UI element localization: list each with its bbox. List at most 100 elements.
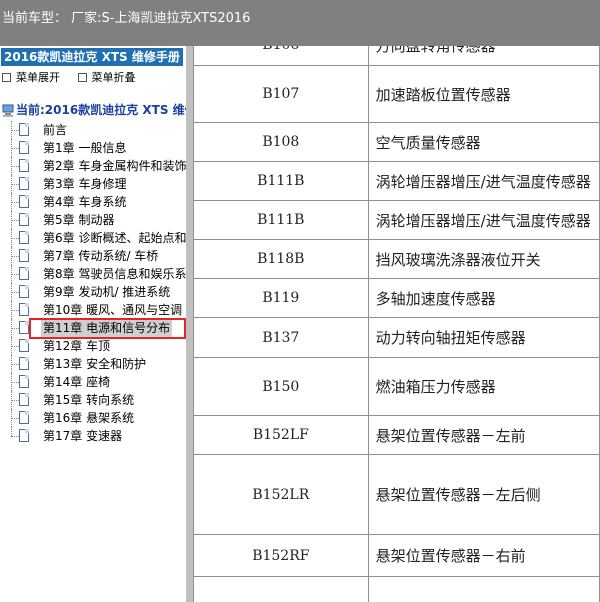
tree-item-label: 第10章 暖风、通风与空调 [43,303,183,317]
document-icon [19,303,29,316]
component-code: B106 [193,46,369,66]
tree-item-14[interactable]: 第14章 座椅 [0,373,186,391]
table-row: B118B 挡风玻璃洗涤器液位开关 [193,239,600,279]
document-icon [19,159,29,172]
table-row: B107 加速踏板位置传感器 [193,65,600,123]
component-description-cell: 加速踏板位置传感器 [367,65,600,123]
tree-item-5[interactable]: 第5章 制动器 [0,211,186,229]
tree-item-12[interactable]: 第12章 车顶 [0,337,186,355]
document-icon [19,393,29,406]
table-row: B152LR 悬架位置传感器－左后侧 [193,454,600,535]
component-description-cell: 悬架位置传感器－左后侧 [367,454,600,535]
expand-icon [2,72,11,82]
document-icon [19,357,29,370]
tree-item-label: 第1章 一般信息 [43,141,127,155]
component-description-cell: 燃油箱压力传感器 [367,357,600,416]
tree-connector [11,274,19,275]
tree-item-label: 第7章 传动系统/ 车桥 [43,249,159,263]
tree-connector [11,310,19,311]
tree-connector [11,166,19,167]
tree-connector [11,427,12,436]
table-row: B119 多轴加速度传感器 [193,278,600,318]
tree-connector [11,184,19,185]
tree-connector [11,436,19,437]
tree-item-label: 第3章 车身修理 [43,177,127,191]
component-code: B108 [193,122,369,162]
tree-item-label: 第6章 诊断概述、起始点和车辆诊断系统检查 [43,231,186,245]
tree-connector [11,400,19,401]
tree-item-3[interactable]: 第3章 车身修理 [0,175,186,193]
tree-item-1[interactable]: 第1章 一般信息 [0,139,186,157]
collapse-icon [77,72,87,82]
tree-item-6[interactable]: 第6章 诊断概述、起始点和车辆诊断系统检查 [0,229,186,247]
component-description-cell: 动力转向轴扭矩传感器 [367,317,600,358]
document-icon [19,267,29,280]
tree-item-2[interactable]: 第2章 车身金属构件和装饰件 [0,157,186,175]
component-code: B152LF [193,415,369,455]
component-description: 燃油箱压力传感器 [375,378,496,396]
tree-connector [11,292,19,293]
tree-connector [11,328,19,329]
component-table: B106 方向盘转角传感器 B107 加速踏板位置传感器 B108 空气质量传感器 B111… [193,46,600,602]
tree-connector [11,148,19,149]
document-icon [19,249,29,262]
document-icon [19,213,29,226]
title-bar: 当前车型： 厂家:S-上海凯迪拉克XTS2016 [0,0,600,46]
tree-item-label: 第8章 驾驶员信息和娱乐系统 [43,267,186,281]
tree-connector [11,346,19,347]
content-pane: B106 方向盘转角传感器 B107 加速踏板位置传感器 B108 空气质量传感器 B111… [193,46,600,602]
component-description-cell: 方向盘转角传感器 [367,46,600,66]
tree-connector [11,130,19,131]
tree-connector [11,382,19,383]
table-row: B152LF 悬架位置传感器－左前 [193,415,600,455]
component-code: B152LR [193,454,369,535]
component-description: 空气质量传感器 [375,133,481,152]
tree-item-17[interactable]: 第17章 变速器 [0,427,186,445]
table-row: B150 燃油箱压力传感器 [193,357,600,416]
table-row: B137 动力转向轴扭矩传感器 [193,317,600,358]
tree-item-label: 第5章 制动器 [43,213,115,227]
annotation-highlight-box [29,318,186,339]
tree-item-label: 第15章 转向系统 [43,393,135,407]
chapter-tree: 前言第1章 一般信息第2章 车身金属构件和装饰件第3章 车身修理 第4章 车身系统… [0,121,186,445]
component-description: 加速踏板位置传感器 [375,85,511,104]
component-code: B152RF [193,534,369,577]
tree-connector [11,202,19,203]
component-description: 涡轮增压器增压/进气温度传感器 [375,172,591,191]
pane-splitter[interactable] [186,46,193,602]
document-icon [19,429,29,442]
component-description-cell: 空气质量传感器 [367,122,600,162]
tree-item-7[interactable]: 第7章 传动系统/ 车桥 [0,247,186,265]
table-row: B106 方向盘转角传感器 [193,46,600,66]
component-code: B118B [193,239,369,279]
table-row: B108 空气质量传感器 [193,122,600,162]
component-description-cell: 挡风玻璃洗涤器液位开关 [367,239,600,279]
tree-item-label: 第9章 发动机/ 推进系统 [43,285,171,299]
component-description-cell: 涡轮增压器增压/进气温度传感器 [367,161,600,201]
document-icon [19,339,29,352]
tree-item-10[interactable]: 第10章 暖风、通风与空调 [0,301,186,319]
manual-title: 2016款凯迪拉克 XTS 维修手册 [1,48,183,66]
tree-item-15[interactable]: 第15章 转向系统 [0,391,186,409]
component-description: 涡轮增压器增压/进气温度传感器 [375,211,591,230]
tree-item-0[interactable]: 前言 [0,121,186,139]
current-location[interactable]: 当前:2016款凯迪拉克 XTS 维修手册 [2,101,186,118]
collapse-menu-button[interactable]: 菜单折叠 [77,69,136,85]
document-icon [19,411,29,424]
document-icon [19,321,29,334]
tree-item-label: 第14章 座椅 [43,375,111,389]
tree-item-13[interactable]: 第13章 安全和防护 [0,355,186,373]
tree-item-4[interactable]: 第4章 车身系统 [0,193,186,211]
component-code: B111B [193,161,369,201]
tree-item-9[interactable]: 第9章 发动机/ 推进系统 [0,283,186,301]
component-description-cell: 悬架位置传感器－左前 [367,415,600,455]
component-description: 动力转向轴扭矩传感器 [375,329,526,347]
tree-item-label: 第4章 车身系统 [43,195,127,209]
document-icon [19,141,29,154]
tree-item-8[interactable]: 第8章 驾驶员信息和娱乐系统 [0,265,186,283]
document-icon [19,375,29,388]
tree-connector [11,364,19,365]
expand-menu-button[interactable]: 菜单展开 [2,69,60,85]
document-icon [19,123,29,136]
tree-item-16[interactable]: 第16章 悬架系统 [0,409,186,427]
